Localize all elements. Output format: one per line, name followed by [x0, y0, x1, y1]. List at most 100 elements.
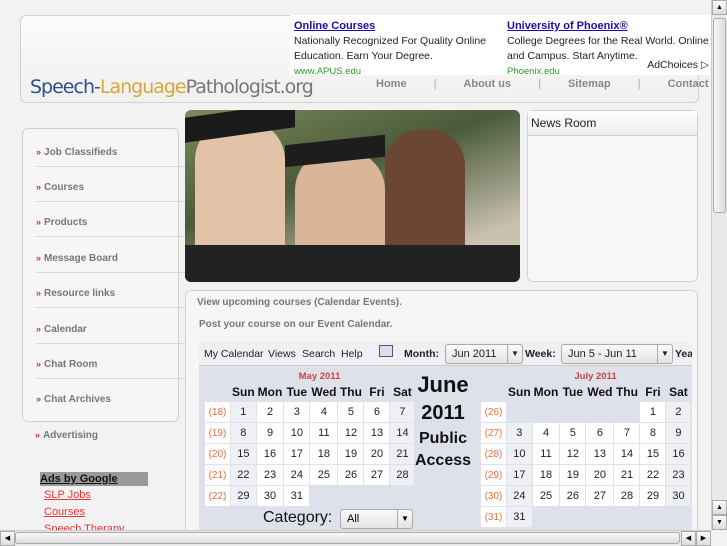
day-cell[interactable]: 28: [614, 486, 640, 506]
day-cell[interactable]: 20: [586, 465, 614, 485]
month-select[interactable]: Jun 2011 ▼: [445, 344, 523, 364]
day-cell[interactable]: 27: [586, 486, 614, 506]
scroll-left-button-2[interactable]: ◀: [681, 531, 696, 546]
day-cell[interactable]: 9: [666, 423, 691, 443]
week-number[interactable]: (27): [481, 423, 506, 443]
vertical-scroll-thumb[interactable]: [713, 18, 726, 213]
menu-views[interactable]: Views: [268, 348, 296, 360]
site-logo[interactable]: Speech-LanguagePathologist.org: [30, 76, 314, 98]
day-cell[interactable]: 13: [364, 423, 390, 443]
print-icon[interactable]: [379, 345, 393, 357]
horizontal-scroll-thumb[interactable]: [15, 532, 680, 544]
day-cell[interactable]: 22: [231, 465, 256, 485]
scroll-left-button[interactable]: ◀: [0, 531, 15, 546]
ads-by-google-label[interactable]: Ads by Google: [40, 472, 148, 486]
post-course-text[interactable]: Post your course on our Event Calendar.: [199, 319, 392, 330]
day-cell[interactable]: 15: [231, 444, 256, 464]
menu-search[interactable]: Search: [302, 348, 335, 360]
week-number[interactable]: (30): [481, 486, 506, 506]
day-cell[interactable]: 21: [614, 465, 640, 485]
day-cell[interactable]: 2: [256, 402, 284, 422]
day-cell[interactable]: 10: [284, 423, 310, 443]
day-cell[interactable]: 30: [256, 486, 284, 506]
week-number[interactable]: (31): [481, 507, 506, 527]
menu-my-calendar[interactable]: My Calendar: [204, 348, 264, 360]
day-cell[interactable]: 25: [310, 465, 338, 485]
day-cell[interactable]: 16: [666, 444, 691, 464]
nav-about[interactable]: About us: [463, 78, 511, 90]
day-cell[interactable]: 20: [364, 444, 390, 464]
day-cell[interactable]: 31: [284, 486, 310, 506]
menu-help[interactable]: Help: [341, 348, 363, 360]
ad-1-url[interactable]: www.APUS.edu: [294, 64, 499, 74]
day-cell[interactable]: 12: [338, 423, 364, 443]
sidebar-item-job-classifieds[interactable]: » Job Classifieds: [36, 147, 186, 167]
day-cell[interactable]: 30: [666, 486, 691, 506]
week-number[interactable]: (19): [205, 423, 230, 443]
ad-2-title[interactable]: University of Phoenix®: [507, 19, 712, 34]
category-select[interactable]: All ▼: [340, 509, 413, 529]
day-cell[interactable]: 24: [507, 486, 532, 506]
day-cell[interactable]: 1: [640, 402, 666, 422]
day-cell[interactable]: 19: [338, 444, 364, 464]
sidebar-item-courses[interactable]: » Courses: [36, 182, 186, 202]
day-cell[interactable]: 24: [284, 465, 310, 485]
day-cell[interactable]: 11: [532, 444, 560, 464]
scroll-right-button[interactable]: ▶: [696, 531, 711, 546]
day-cell[interactable]: 12: [560, 444, 586, 464]
day-cell[interactable]: 15: [640, 444, 666, 464]
next-month-title[interactable]: July 2011: [508, 371, 683, 382]
day-cell[interactable]: 27: [364, 465, 390, 485]
ad-link-slp-jobs[interactable]: SLP Jobs: [44, 487, 150, 504]
day-cell[interactable]: 18: [532, 465, 560, 485]
sidebar-item-calendar[interactable]: » Calendar: [36, 324, 186, 344]
day-cell[interactable]: 3: [507, 423, 532, 443]
day-cell[interactable]: 13: [586, 444, 614, 464]
day-cell[interactable]: 4: [310, 402, 338, 422]
day-cell[interactable]: 11: [310, 423, 338, 443]
week-number[interactable]: (29): [481, 465, 506, 485]
week-select[interactable]: Jun 5 - Jun 11 ▼: [561, 344, 673, 364]
day-cell[interactable]: 23: [666, 465, 691, 485]
day-cell[interactable]: 17: [507, 465, 532, 485]
week-number[interactable]: (22): [205, 486, 230, 506]
day-cell[interactable]: 9: [256, 423, 284, 443]
sidebar-item-products[interactable]: » Products: [36, 217, 186, 237]
ad-link-courses[interactable]: Courses: [44, 504, 150, 521]
day-cell[interactable]: 1: [231, 402, 256, 422]
day-cell[interactable]: 19: [560, 465, 586, 485]
day-cell[interactable]: 14: [614, 444, 640, 464]
day-cell[interactable]: 4: [532, 423, 560, 443]
scroll-up-button[interactable]: ▲: [712, 0, 727, 15]
sidebar-item-chat-archives[interactable]: » Chat Archives: [36, 394, 186, 413]
day-cell[interactable]: 18: [310, 444, 338, 464]
day-cell[interactable]: 7: [614, 423, 640, 443]
day-cell[interactable]: 5: [560, 423, 586, 443]
day-cell[interactable]: 2: [666, 402, 691, 422]
sidebar-item-advertising[interactable]: » Advertising: [35, 430, 185, 449]
ad-1-title[interactable]: Online Courses: [294, 19, 499, 34]
week-number[interactable]: (18): [205, 402, 230, 422]
week-number[interactable]: (21): [205, 465, 230, 485]
week-number[interactable]: (20): [205, 444, 230, 464]
day-cell[interactable]: 25: [532, 486, 560, 506]
sidebar-item-resource-links[interactable]: » Resource links: [36, 288, 186, 308]
day-cell[interactable]: 26: [560, 486, 586, 506]
adchoices-link[interactable]: AdChoices ▷: [647, 59, 709, 71]
day-cell[interactable]: 22: [640, 465, 666, 485]
day-cell[interactable]: 3: [284, 402, 310, 422]
day-cell[interactable]: 8: [640, 423, 666, 443]
day-cell[interactable]: 6: [364, 402, 390, 422]
day-cell[interactable]: 17: [284, 444, 310, 464]
day-cell[interactable]: 10: [507, 444, 532, 464]
day-cell[interactable]: 26: [338, 465, 364, 485]
week-number[interactable]: (28): [481, 444, 506, 464]
horizontal-scrollbar[interactable]: ◀ ◀ ▶: [0, 530, 711, 546]
day-cell[interactable]: 6: [586, 423, 614, 443]
day-cell[interactable]: 16: [256, 444, 284, 464]
day-cell[interactable]: 31: [507, 507, 532, 527]
day-cell[interactable]: 23: [256, 465, 284, 485]
day-cell[interactable]: 29: [640, 486, 666, 506]
sidebar-item-chat-room[interactable]: » Chat Room: [36, 359, 186, 379]
scroll-down-button[interactable]: ▼: [712, 515, 727, 530]
